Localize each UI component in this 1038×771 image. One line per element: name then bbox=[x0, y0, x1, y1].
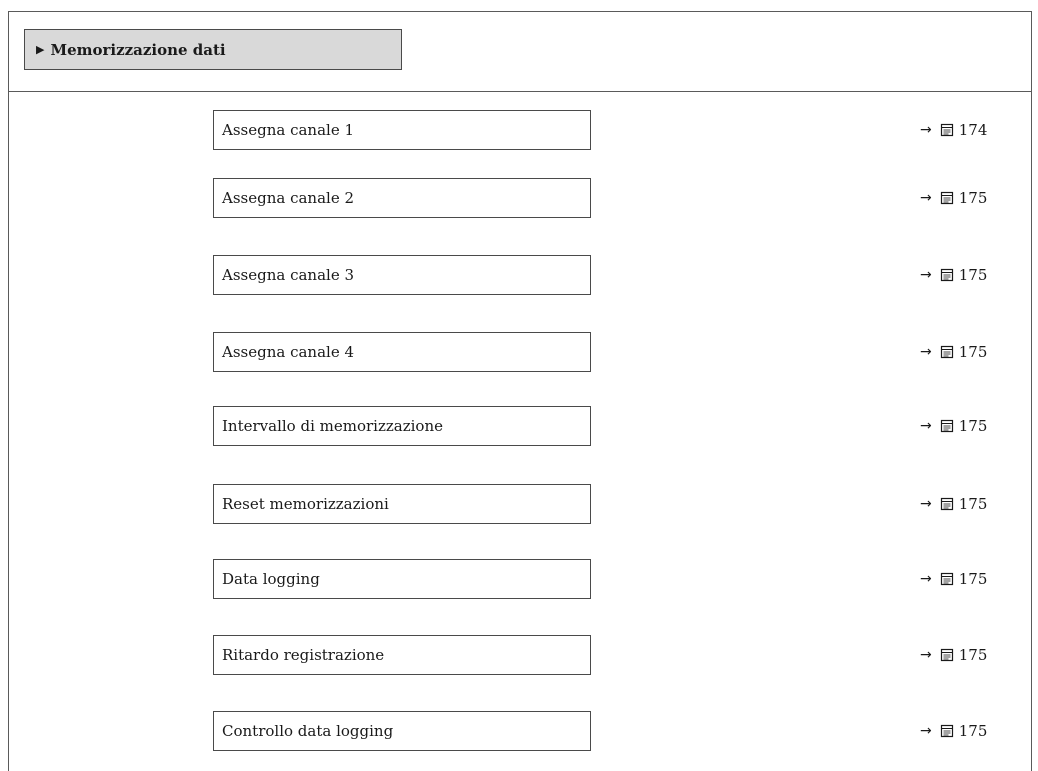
page-reference[interactable]: → 175 bbox=[920, 635, 987, 675]
param-box-reset-memorizzazioni[interactable]: Reset memorizzazioni bbox=[213, 484, 591, 524]
triangle-right-icon: ▶ bbox=[36, 43, 45, 56]
arrow-right-icon: → bbox=[920, 647, 932, 663]
arrow-right-icon: → bbox=[920, 571, 932, 587]
page-reference[interactable]: → 175 bbox=[920, 559, 987, 599]
param-box-assegna-canale-1[interactable]: Assegna canale 1 bbox=[213, 110, 591, 150]
arrow-right-icon: → bbox=[920, 418, 932, 434]
book-page-icon bbox=[940, 345, 953, 359]
param-label: Assegna canale 3 bbox=[222, 266, 355, 284]
page-number: 174 bbox=[958, 121, 988, 139]
param-box-controllo-data-logging[interactable]: Controllo data logging bbox=[213, 711, 591, 751]
section-title: Memorizzazione dati bbox=[50, 40, 226, 59]
param-row: Assegna canale 3 → 175 bbox=[0, 255, 1038, 295]
param-label: Data logging bbox=[222, 570, 320, 588]
param-label: Assegna canale 2 bbox=[222, 189, 355, 207]
param-box-data-logging[interactable]: Data logging bbox=[213, 559, 591, 599]
book-page-icon bbox=[940, 648, 953, 662]
page-number: 175 bbox=[958, 266, 988, 284]
page-reference[interactable]: → 175 bbox=[920, 178, 987, 218]
arrow-right-icon: → bbox=[920, 344, 932, 360]
param-row: Assegna canale 1 → 174 bbox=[0, 110, 1038, 150]
page-number: 175 bbox=[958, 646, 988, 664]
book-page-icon bbox=[940, 191, 953, 205]
divider bbox=[9, 91, 1031, 92]
page-reference[interactable]: → 175 bbox=[920, 711, 987, 751]
section-header[interactable]: ▶ Memorizzazione dati bbox=[24, 29, 402, 70]
param-row: Data logging → 175 bbox=[0, 559, 1038, 599]
book-page-icon bbox=[940, 497, 953, 511]
page-number: 175 bbox=[958, 495, 988, 513]
param-row: Intervallo di memorizzazione → 175 bbox=[0, 406, 1038, 446]
page-number: 175 bbox=[958, 570, 988, 588]
book-page-icon bbox=[940, 419, 953, 433]
book-page-icon bbox=[940, 572, 953, 586]
page-number: 175 bbox=[958, 417, 988, 435]
param-label: Ritardo registrazione bbox=[222, 646, 385, 664]
param-box-assegna-canale-2[interactable]: Assegna canale 2 bbox=[213, 178, 591, 218]
page-number: 175 bbox=[958, 189, 988, 207]
page-number: 175 bbox=[958, 722, 988, 740]
page-number: 175 bbox=[958, 343, 988, 361]
param-label: Assegna canale 4 bbox=[222, 343, 355, 361]
param-box-assegna-canale-4[interactable]: Assegna canale 4 bbox=[213, 332, 591, 372]
book-page-icon bbox=[940, 724, 953, 738]
arrow-right-icon: → bbox=[920, 122, 932, 138]
param-label: Assegna canale 1 bbox=[222, 121, 355, 139]
param-box-ritardo-registrazione[interactable]: Ritardo registrazione bbox=[213, 635, 591, 675]
page-reference[interactable]: → 175 bbox=[920, 255, 987, 295]
page-reference[interactable]: → 175 bbox=[920, 406, 987, 446]
page-reference[interactable]: → 175 bbox=[920, 484, 987, 524]
param-row: Assegna canale 4 → 175 bbox=[0, 332, 1038, 372]
arrow-right-icon: → bbox=[920, 267, 932, 283]
param-label: Reset memorizzazioni bbox=[222, 495, 389, 513]
param-row: Ritardo registrazione → 175 bbox=[0, 635, 1038, 675]
page-reference[interactable]: → 175 bbox=[920, 332, 987, 372]
param-row: Controllo data logging → 175 bbox=[0, 711, 1038, 751]
page-reference[interactable]: → 174 bbox=[920, 110, 987, 150]
arrow-right-icon: → bbox=[920, 496, 932, 512]
arrow-right-icon: → bbox=[920, 723, 932, 739]
book-page-icon bbox=[940, 123, 953, 137]
param-row: Assegna canale 2 → 175 bbox=[0, 178, 1038, 218]
param-box-assegna-canale-3[interactable]: Assegna canale 3 bbox=[213, 255, 591, 295]
param-label: Controllo data logging bbox=[222, 722, 394, 740]
arrow-right-icon: → bbox=[920, 190, 932, 206]
param-box-intervallo-di-memorizzazione[interactable]: Intervallo di memorizzazione bbox=[213, 406, 591, 446]
param-label: Intervallo di memorizzazione bbox=[222, 417, 443, 435]
book-page-icon bbox=[940, 268, 953, 282]
param-row: Reset memorizzazioni → 175 bbox=[0, 484, 1038, 524]
